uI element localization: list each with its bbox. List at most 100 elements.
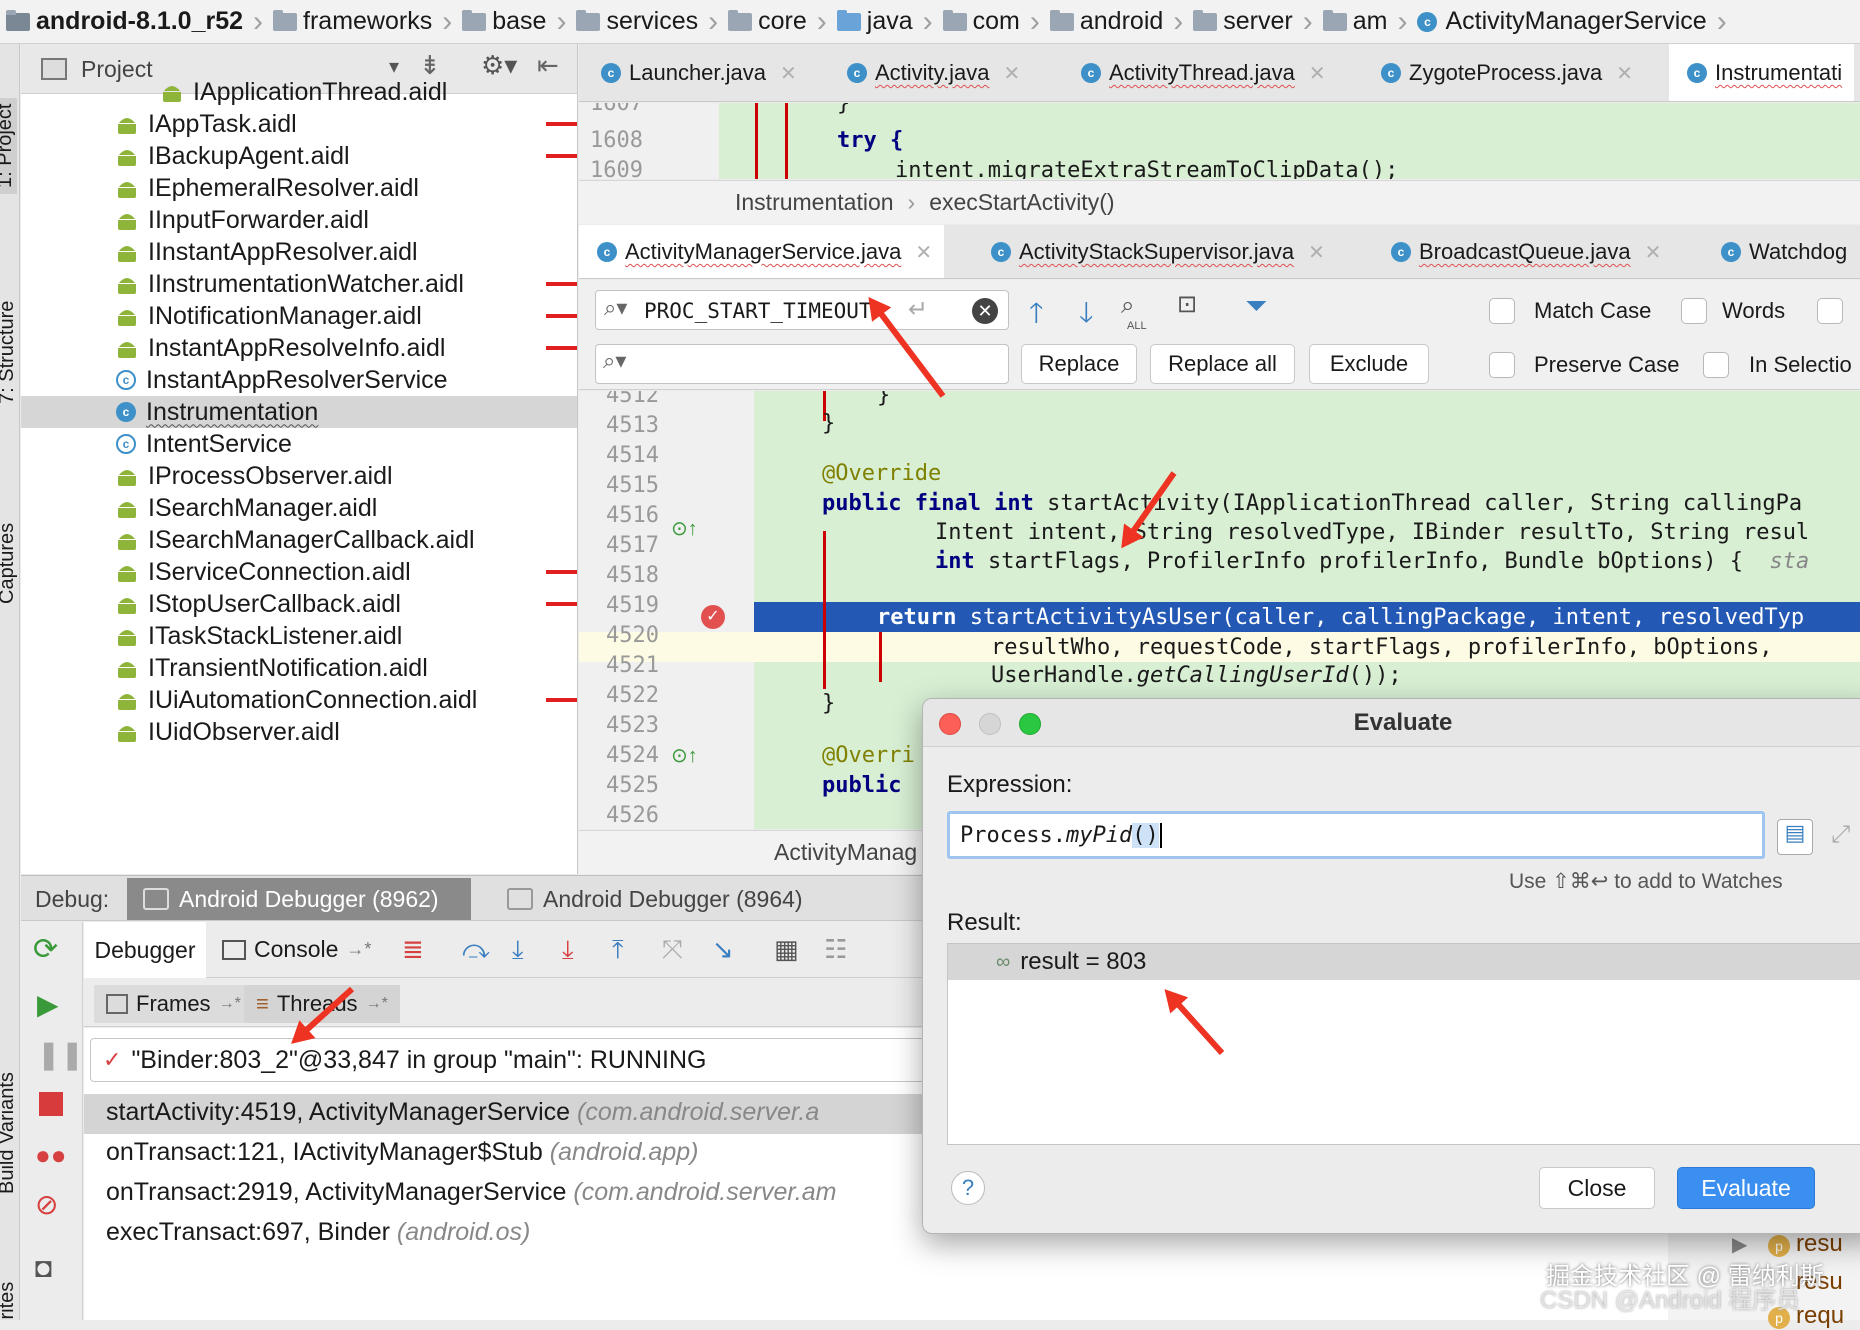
run-to-cursor-icon[interactable]: ↘: [712, 934, 734, 965]
next-occurrence-icon[interactable]: 🡓: [1079, 292, 1094, 340]
tree-item[interactable]: IBackupAgent.aidl: [116, 140, 350, 172]
tree-item[interactable]: IApplicationThread.aidl: [161, 76, 447, 108]
tree-item[interactable]: IUidObserver.aidl: [116, 716, 340, 748]
tab-activity-thread[interactable]: c ActivityThread.java ✕: [1069, 51, 1338, 95]
in-selection-checkbox[interactable]: [1703, 352, 1729, 378]
tree-item[interactable]: IAppTask.aidl: [116, 108, 297, 140]
exclude-button[interactable]: Exclude: [1309, 344, 1429, 384]
watch-item[interactable]: p resu: [1768, 1230, 1843, 1258]
crumb-frameworks[interactable]: frameworks: [303, 7, 432, 36]
tree-item[interactable]: IServiceConnection.aidl: [116, 556, 411, 588]
replace-button[interactable]: Replace: [1021, 344, 1137, 384]
tab-activity-stack-supervisor[interactable]: c ActivityStackSupervisor.java ✕: [979, 230, 1337, 274]
side-tab-captures[interactable]: Captures: [0, 523, 19, 604]
close-icon[interactable]: ✕: [1645, 240, 1662, 265]
trace-icon[interactable]: ☷: [824, 934, 847, 965]
tab-activity-manager-service[interactable]: c ActivityManagerService.java ✕: [579, 225, 945, 278]
side-tab-build-variants[interactable]: Build Variants: [0, 1072, 19, 1194]
evaluate-expression-icon[interactable]: ▦: [774, 934, 799, 965]
error-stripe-mark[interactable]: [546, 698, 577, 702]
expand-icon[interactable]: ⤢: [1831, 821, 1850, 849]
rerun-icon[interactable]: ⟳: [33, 932, 58, 967]
error-stripe-mark[interactable]: [546, 346, 577, 350]
close-icon[interactable]: ✕: [1308, 240, 1325, 265]
regex-checkbox[interactable]: [1817, 298, 1843, 324]
replace-input[interactable]: [595, 344, 1009, 384]
side-tab-structure[interactable]: 7: Structure: [0, 301, 19, 404]
crumb-server[interactable]: server: [1223, 7, 1292, 36]
step-over-icon[interactable]: ⤼: [462, 934, 490, 966]
newline-icon[interactable]: ↵: [908, 295, 928, 324]
show-execution-point-icon[interactable]: ≣: [402, 934, 424, 965]
project-panel-title[interactable]: Project: [81, 56, 153, 83]
error-stripe-mark[interactable]: [546, 570, 577, 574]
filter-icon[interactable]: ⏷: [1245, 290, 1267, 323]
debug-session-tab[interactable]: Android Debugger (8964): [491, 878, 841, 920]
tab-instrumentation[interactable]: c Instrumentati: [1669, 44, 1855, 101]
tree-item[interactable]: c InstantAppResolverService: [116, 364, 448, 396]
crumb-am[interactable]: am: [1353, 7, 1388, 36]
error-stripe-mark[interactable]: [546, 154, 577, 158]
step-into-icon[interactable]: ⤓: [512, 934, 524, 966]
hide-panel-icon[interactable]: ⇤: [537, 50, 559, 81]
expression-input[interactable]: Process.myPid(): [947, 811, 1765, 859]
select-occurrences-icon[interactable]: ⊡: [1177, 290, 1197, 319]
tab-activity[interactable]: c Activity.java ✕: [835, 51, 1032, 95]
match-case-checkbox[interactable]: [1489, 298, 1515, 324]
crumb-android[interactable]: android: [1080, 7, 1163, 36]
close-icon[interactable]: ✕: [780, 61, 797, 86]
error-stripe-mark[interactable]: [546, 122, 577, 126]
tree-item[interactable]: c IntentService: [116, 428, 292, 460]
gear-icon[interactable]: ⚙▾: [481, 50, 517, 81]
override-marker-icon[interactable]: ⊙↑: [671, 743, 698, 768]
close-icon[interactable]: ✕: [1309, 61, 1326, 86]
search-input[interactable]: ⌕▾ PROC_START_TIMEOUT ↵ ✕: [595, 290, 1009, 330]
preserve-case-checkbox[interactable]: [1489, 352, 1515, 378]
tree-item[interactable]: InstantAppResolveInfo.aidl: [116, 332, 445, 364]
tree-item[interactable]: IInstrumentationWatcher.aidl: [116, 268, 464, 300]
tab-broadcast-queue[interactable]: c BroadcastQueue.java ✕: [1379, 230, 1673, 274]
close-icon[interactable]: ✕: [1004, 61, 1021, 86]
crumb-class[interactable]: ActivityManag: [774, 839, 917, 866]
result-row[interactable]: ∞ result = 803: [948, 944, 1860, 980]
history-icon[interactable]: ▤: [1777, 819, 1813, 855]
tab-frames[interactable]: Frames →*: [94, 985, 253, 1023]
error-stripe-mark[interactable]: [546, 602, 577, 606]
pause-icon[interactable]: ❚❚: [37, 1038, 84, 1071]
crumb-java[interactable]: java: [867, 7, 913, 36]
stack-frame[interactable]: execTransact:697, Binder (android.os): [106, 1218, 530, 1247]
crumb-instrumentation[interactable]: Instrumentation: [735, 189, 894, 216]
evaluate-button[interactable]: Evaluate: [1677, 1167, 1815, 1209]
debug-session-tab-active[interactable]: Android Debugger (8962): [127, 878, 471, 920]
stop-icon[interactable]: [39, 1092, 63, 1116]
replace-all-button[interactable]: Replace all: [1150, 344, 1295, 384]
help-button[interactable]: ?: [951, 1171, 985, 1205]
error-stripe-mark[interactable]: [546, 314, 577, 318]
clear-search-icon[interactable]: ✕: [972, 298, 998, 324]
tree-item[interactable]: IEphemeralResolver.aidl: [116, 172, 419, 204]
select-all-occurrences-icon[interactable]: ⌕: [1121, 292, 1134, 320]
stack-frame[interactable]: startActivity:4519, ActivityManagerServi…: [106, 1098, 819, 1127]
resume-icon[interactable]: ▶: [37, 988, 59, 1021]
crumb-method[interactable]: execStartActivity(): [929, 189, 1114, 216]
crumb-root[interactable]: android-8.1.0_r52: [36, 7, 243, 36]
view-breakpoints-icon[interactable]: ●●: [35, 1140, 66, 1171]
tab-zygote-process[interactable]: c ZygoteProcess.java ✕: [1369, 51, 1645, 95]
tree-item[interactable]: INotificationManager.aidl: [116, 300, 422, 332]
tree-item[interactable]: IStopUserCallback.aidl: [116, 588, 401, 620]
force-step-into-icon[interactable]: ⤓: [562, 934, 574, 966]
tree-item[interactable]: IInputForwarder.aidl: [116, 204, 369, 236]
tree-item[interactable]: ISearchManagerCallback.aidl: [116, 524, 475, 556]
crumb-com[interactable]: com: [973, 7, 1020, 36]
tree-item[interactable]: ITransientNotification.aidl: [116, 652, 428, 684]
tree-item[interactable]: IProcessObserver.aidl: [116, 460, 393, 492]
crumb-core[interactable]: core: [758, 7, 807, 36]
tree-item[interactable]: IInstantAppResolver.aidl: [116, 236, 418, 268]
stack-frame[interactable]: onTransact:2919, ActivityManagerService …: [106, 1178, 836, 1207]
crumb-base[interactable]: base: [492, 7, 546, 36]
side-tab-project[interactable]: 1: Project: [0, 97, 17, 194]
camera-icon[interactable]: ◘: [35, 1252, 52, 1284]
tab-launcher[interactable]: c Launcher.java ✕: [589, 51, 809, 95]
stack-frame[interactable]: onTransact:121, IActivityManager$Stub (a…: [106, 1138, 698, 1167]
previous-occurrence-icon[interactable]: 🡑: [1029, 292, 1044, 340]
